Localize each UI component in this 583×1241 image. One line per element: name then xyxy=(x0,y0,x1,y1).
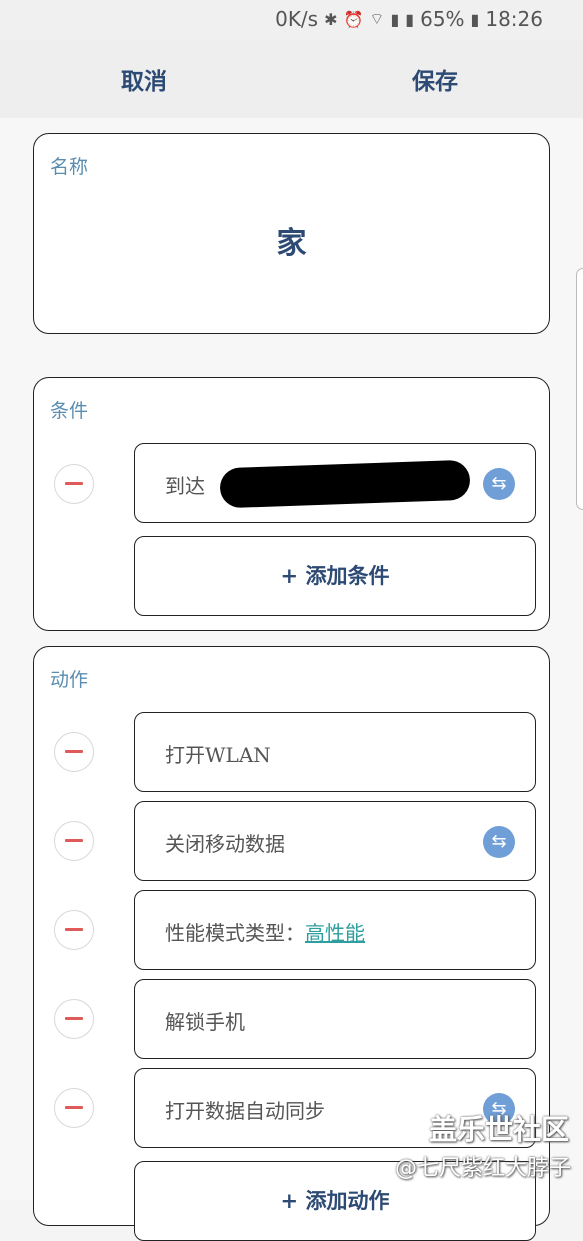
alarm-icon: ⏰ xyxy=(343,9,364,29)
remove-action-button[interactable] xyxy=(54,732,94,772)
name-label: 名称 xyxy=(50,156,89,178)
content-area: 名称 家 条件 到达 ⇆ + 添加条件 动作 打开WLAN 关闭移动数据 ⇆ 性… xyxy=(0,118,583,1241)
action-text: 性能模式类型：高性能 xyxy=(165,917,365,946)
top-bar: 取消 保存 xyxy=(0,40,583,118)
clock: 18:26 xyxy=(485,7,543,31)
actions-label: 动作 xyxy=(50,669,89,691)
battery-icon: ▮ xyxy=(470,9,480,29)
remove-condition-button[interactable] xyxy=(54,464,94,504)
name-card[interactable]: 名称 家 xyxy=(33,133,550,334)
scene-name: 家 xyxy=(276,226,307,261)
signal-4g-icon: ▮ xyxy=(405,9,415,29)
status-bar: 0K/s ✱ ⏰ ⌔ ▮ ▮ 65% ▮ 18:26 xyxy=(0,0,583,40)
condition-row[interactable]: 到达 ⇆ xyxy=(134,443,536,523)
action-row[interactable]: 打开WLAN xyxy=(134,712,536,792)
action-row[interactable]: 解锁手机 xyxy=(134,979,536,1059)
watermark-title: 盖乐世社区 xyxy=(428,1113,569,1146)
action-text: 打开数据自动同步 xyxy=(165,1099,325,1123)
action-text: 关闭移动数据 xyxy=(165,832,285,856)
swap-icon[interactable]: ⇆ xyxy=(483,826,515,858)
watermark-user: @七尺紫红大脖子 xyxy=(394,1156,571,1181)
add-condition-button[interactable]: + 添加条件 xyxy=(134,536,536,616)
action-row[interactable]: 关闭移动数据 ⇆ xyxy=(134,801,536,881)
battery-percent: 65% xyxy=(420,7,465,31)
condition-text: 到达 xyxy=(165,474,205,498)
action-text: 解锁手机 xyxy=(165,1010,245,1034)
redacted-location xyxy=(219,459,471,509)
action-text: 打开WLAN xyxy=(165,743,271,767)
performance-mode-link[interactable]: 高性能 xyxy=(305,921,365,945)
conditions-label: 条件 xyxy=(50,400,89,422)
conditions-card: 条件 到达 ⇆ + 添加条件 xyxy=(33,377,550,631)
swap-icon[interactable]: ⇆ xyxy=(483,468,515,500)
action-row[interactable]: 性能模式类型：高性能 xyxy=(134,890,536,970)
remove-action-button[interactable] xyxy=(54,910,94,950)
remove-action-button[interactable] xyxy=(54,999,94,1039)
bluetooth-icon: ✱ xyxy=(324,9,338,29)
cancel-button[interactable]: 取消 xyxy=(121,62,167,96)
wifi-icon: ⌔ xyxy=(369,9,385,28)
network-speed: 0K/s xyxy=(275,7,319,31)
action-text-label: 性能模式类型： xyxy=(165,921,305,945)
side-scroll-handle[interactable] xyxy=(576,268,583,510)
signal-icon: ▮ xyxy=(390,9,400,29)
remove-action-button[interactable] xyxy=(54,821,94,861)
save-button[interactable]: 保存 xyxy=(412,62,458,96)
remove-action-button[interactable] xyxy=(54,1088,94,1128)
